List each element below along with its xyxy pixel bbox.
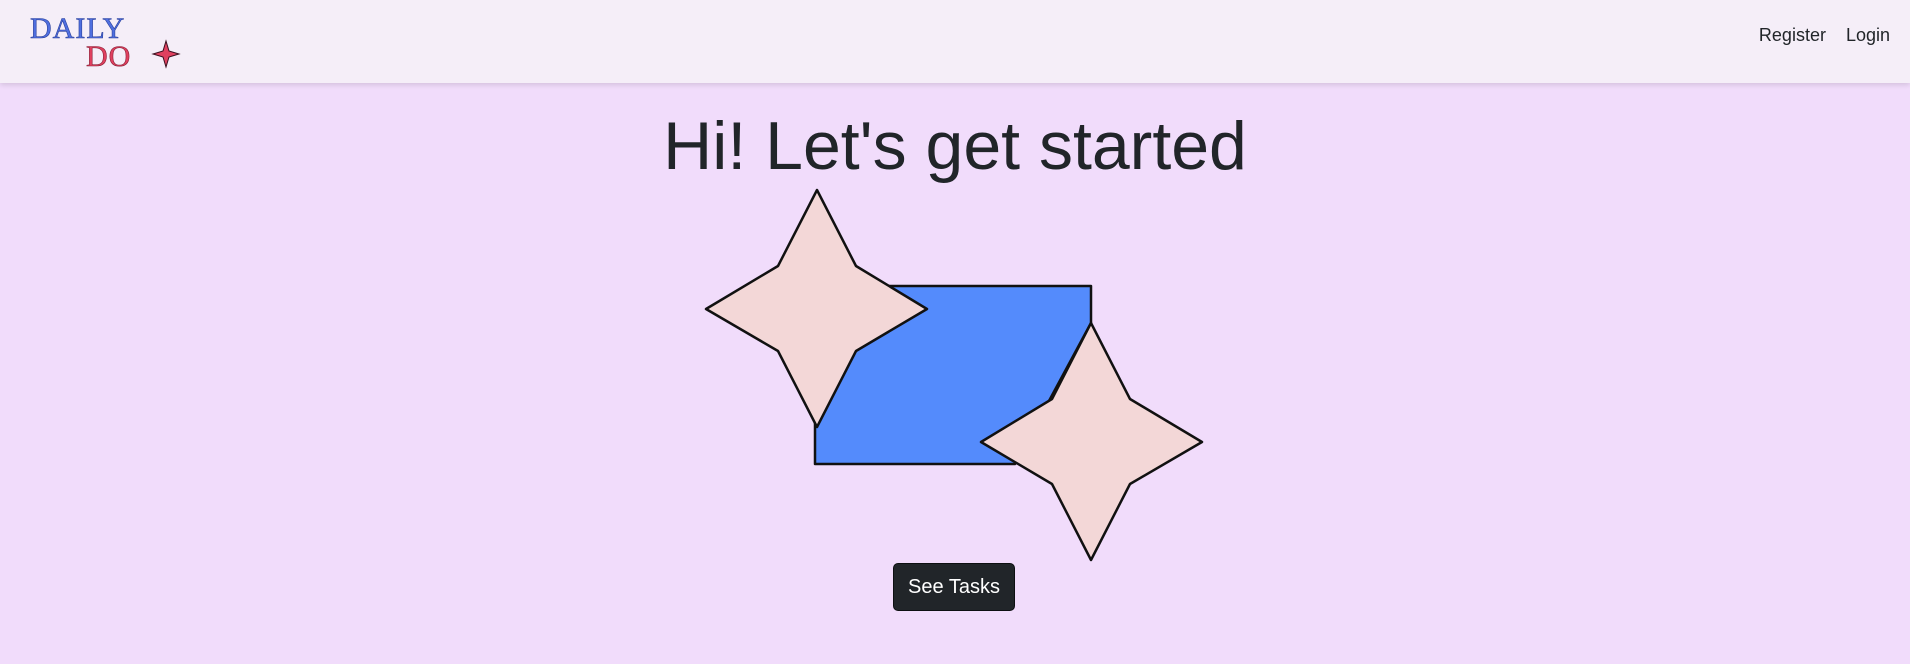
- nav-links: Register Login: [1759, 0, 1890, 70]
- see-tasks-button[interactable]: See Tasks: [893, 563, 1015, 611]
- page-title: Hi! Let's get started: [663, 108, 1247, 184]
- logo-line2: DO: [86, 40, 131, 72]
- register-link[interactable]: Register: [1759, 25, 1826, 46]
- daily-do-logo[interactable]: DAILY DO: [28, 6, 183, 72]
- sparkle-icon: [151, 39, 181, 69]
- hero-illustration: [704, 188, 1204, 562]
- navbar: DAILY DO Register Login: [0, 0, 1910, 83]
- login-link[interactable]: Login: [1846, 25, 1890, 46]
